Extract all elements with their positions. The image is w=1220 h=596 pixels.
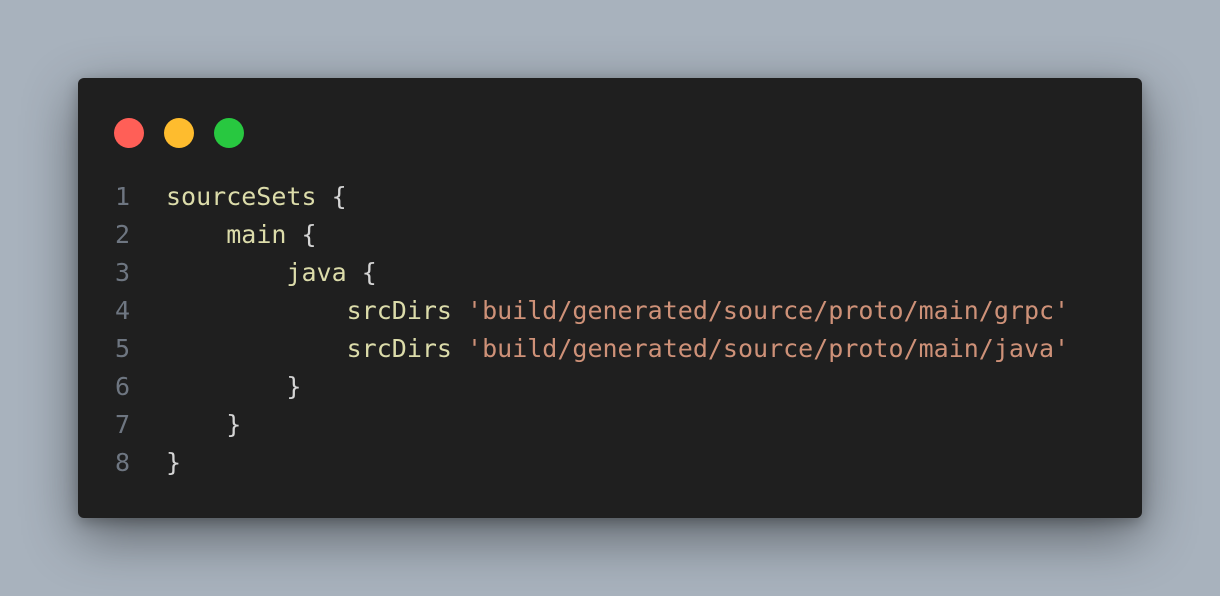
line-content: } [166,444,181,482]
line-number: 2 [114,220,130,249]
identifier-token: main [226,220,287,249]
line-content: sourceSets { [166,178,347,216]
code-block: 1 sourceSets { 2 main { 3 java { 4 srcDi… [78,178,1142,482]
line-number: 3 [114,258,130,287]
line-number: 1 [114,182,130,211]
line-content: } [166,406,241,444]
string-token: 'build/generated/source/proto/main/java' [467,334,1070,363]
code-line: 5 srcDirs 'build/generated/source/proto/… [78,330,1142,368]
line-number: 5 [114,334,130,363]
line-content: srcDirs 'build/generated/source/proto/ma… [166,330,1069,368]
identifier-token: sourceSets [166,182,317,211]
maximize-dot-icon[interactable] [214,118,244,148]
code-line: 4 srcDirs 'build/generated/source/proto/… [78,292,1142,330]
line-number: 6 [114,372,130,401]
code-line: 1 sourceSets { [78,178,1142,216]
punctuation-token: } [166,448,182,477]
line-number: 8 [114,448,130,477]
string-token: 'build/generated/source/proto/main/grpc' [467,296,1070,325]
code-window: 1 sourceSets { 2 main { 3 java { 4 srcDi… [78,78,1142,518]
punctuation-token [452,334,467,363]
line-number: 4 [114,296,130,325]
close-dot-icon[interactable] [114,118,144,148]
line-number: 7 [114,410,130,439]
punctuation-token: { [286,220,317,249]
line-content: } [166,368,301,406]
punctuation-token: { [316,182,347,211]
minimize-dot-icon[interactable] [164,118,194,148]
punctuation-token: } [226,410,242,439]
code-line: 2 main { [78,216,1142,254]
punctuation-token [452,296,467,325]
line-content: java { [166,254,377,292]
code-line: 7 } [78,406,1142,444]
window-controls [114,118,244,148]
line-content: srcDirs 'build/generated/source/proto/ma… [166,292,1069,330]
identifier-token: srcDirs [346,296,452,325]
identifier-token: java [286,258,347,287]
punctuation-token: { [346,258,377,287]
punctuation-token: } [286,372,302,401]
identifier-token: srcDirs [346,334,452,363]
code-line: 3 java { [78,254,1142,292]
code-line: 6 } [78,368,1142,406]
line-content: main { [166,216,317,254]
code-line: 8 } [78,444,1142,482]
